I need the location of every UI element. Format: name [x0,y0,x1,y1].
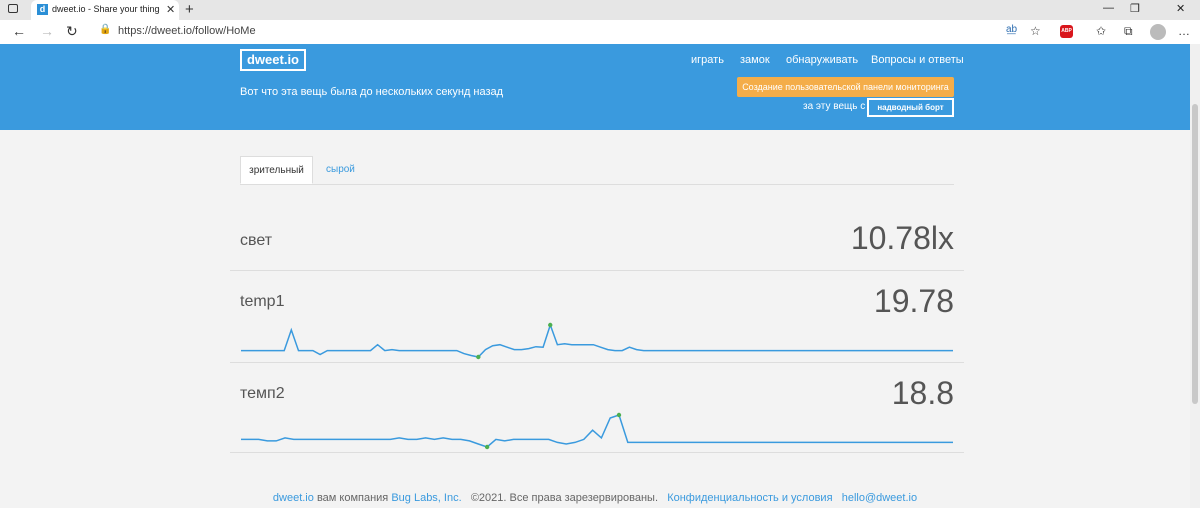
temp1-sparkline [241,322,953,360]
menu-faq[interactable]: Вопросы и ответы [871,54,964,66]
browser-tab[interactable]: d dweet.io - Share your thing- like ✕ [31,0,179,20]
footer: dweet.io вам компания Bug Labs, Inc. ©20… [0,492,1190,504]
url-field[interactable]: 🔒 https://dweet.io/follow/HoMe [90,22,1050,41]
footer-company-link[interactable]: Bug Labs, Inc. [391,492,461,504]
tab-visual[interactable]: зрительный [240,156,313,184]
temp1-line [241,322,953,358]
close-window-icon[interactable]: ✕ [1176,2,1185,15]
thing-name-button[interactable]: надводный борт [867,98,954,117]
profile-avatar[interactable] [1150,24,1166,40]
view-tabs: зрительный сырой [240,156,954,185]
tab-actions-icon[interactable] [8,4,18,13]
metric-name: темп2 [240,385,285,402]
metric-name: свет [240,232,273,249]
browser-tab-strip: d dweet.io - Share your thing- like ✕ + … [0,0,1200,20]
translate-icon[interactable]: a͟b [1006,24,1017,35]
menu-lock[interactable]: замок [740,54,770,66]
metric-row-temp1: temp1 19.78 [230,271,964,363]
tab-title: dweet.io - Share your thing- like [52,4,160,14]
page-scrollbar[interactable] [1190,44,1200,508]
temp1-min-marker [476,354,481,360]
collections-icon[interactable]: ⧉ [1124,24,1133,39]
metric-value: 19.78 [873,283,954,319]
refresh-icon[interactable]: ↻ [66,23,78,40]
temp2-line [241,414,953,448]
minimize-icon[interactable]: — [1103,2,1114,14]
metric-value: 10.78lx [850,220,954,256]
for-thing-label: за эту вещь с [803,101,866,112]
metric-row-light: свет 10.78lx [230,208,964,271]
temp2-sparkline [241,412,953,450]
metric-row-temp2: темп2 18.8 [230,363,964,453]
favicon-icon: d [37,4,48,15]
forward-icon[interactable]: → [40,23,54,39]
more-menu-icon[interactable]: … [1178,24,1190,38]
menu-discover[interactable]: обнаруживать [786,54,858,66]
address-bar: ← → ↻ 🔒 https://dweet.io/follow/HoMe a͟b… [0,20,1200,45]
scrollbar-thumb[interactable] [1192,104,1198,404]
footer-brand-link[interactable]: dweet.io [273,492,314,504]
new-tab-icon[interactable]: + [185,1,194,18]
create-dashboard-button[interactable]: Создание пользовательской панели монитор… [737,77,954,97]
back-icon[interactable]: ← [12,23,26,39]
footer-by-text: вам компания [316,492,389,504]
temp2-min-marker [484,444,490,450]
temp1-max-marker [548,322,553,328]
close-tab-icon[interactable]: ✕ [166,3,175,16]
tab-raw[interactable]: сырой [326,156,355,184]
menu-play[interactable]: играть [691,54,724,66]
footer-privacy-link[interactable]: Конфиденциальность и условия [667,492,832,504]
tagline: Вот что эта вещь была до нескольких секу… [240,86,504,98]
row-divider [230,452,964,453]
footer-email-link[interactable]: hello@dweet.io [842,492,917,504]
lock-icon: 🔒 [99,24,112,35]
site-header: dweet.io Вот что эта вещь была до нескол… [0,44,1190,130]
url-text: https://dweet.io/follow/HoMe [118,25,256,37]
favorite-star-icon[interactable]: ☆ [1030,24,1041,38]
temp2-max-marker [616,412,622,418]
restore-icon[interactable]: ❐ [1130,2,1140,15]
adblock-icon[interactable]: ABP [1060,25,1073,38]
site-logo[interactable]: dweet.io [240,49,306,71]
favorites-icon[interactable]: ✩ [1096,24,1106,38]
metric-name: temp1 [240,293,285,310]
metric-value: 18.8 [891,375,954,411]
footer-copyright: ©2021. Все права зарезервированы. [470,492,659,504]
